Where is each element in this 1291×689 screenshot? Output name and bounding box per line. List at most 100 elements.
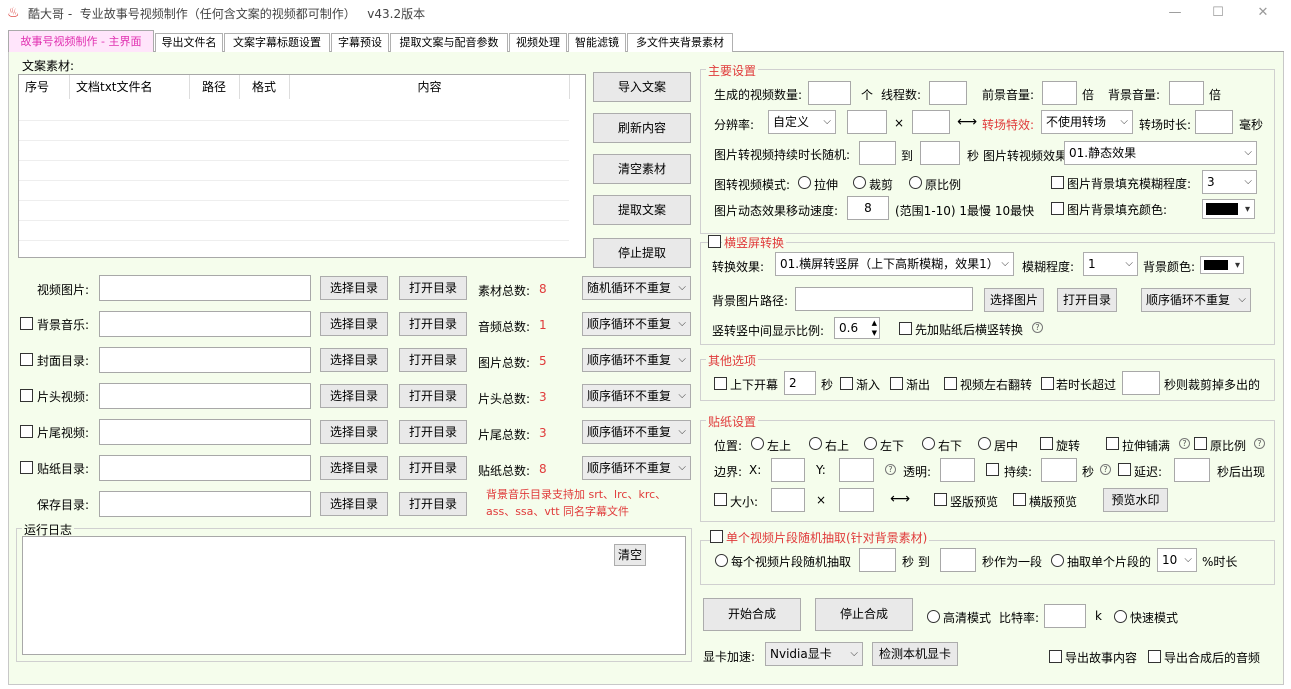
pos-bl-radio[interactable] — [864, 437, 877, 450]
over-duration-input[interactable] — [1122, 371, 1160, 395]
sticker-dir-checkbox[interactable] — [20, 461, 33, 474]
material-table[interactable] — [18, 74, 586, 258]
help-icon[interactable]: ? — [1179, 438, 1190, 449]
threads-input[interactable] — [929, 81, 967, 105]
segment-checkbox[interactable] — [710, 530, 723, 543]
hq-mode-radio[interactable] — [927, 610, 940, 623]
export-audio-checkbox[interactable] — [1148, 650, 1161, 663]
transition-duration-input[interactable] — [1195, 110, 1233, 134]
minimize-icon[interactable]: — — [1160, 3, 1190, 23]
cover-checkbox[interactable] — [20, 353, 33, 366]
import-text-button[interactable]: 导入文案 — [593, 72, 691, 102]
segment-percent-select[interactable]: 10 ⌵ — [1157, 548, 1197, 572]
log-textarea[interactable] — [22, 536, 686, 655]
cover-open-button[interactable]: 打开目录 — [399, 348, 467, 372]
bg-music-mode-select[interactable]: 顺序循环不重复 ⌵ — [582, 312, 691, 336]
pos-tr-radio[interactable] — [809, 437, 822, 450]
bitrate-input[interactable] — [1044, 604, 1086, 628]
segment-max-input[interactable] — [940, 548, 976, 572]
move-speed-input[interactable]: 8 — [847, 196, 889, 220]
bg-music-path-input[interactable] — [99, 311, 311, 337]
delay-checkbox[interactable] — [1118, 463, 1131, 476]
margin-y-input[interactable] — [839, 458, 874, 482]
hv-blur-select[interactable]: 1 ⌵ — [1083, 252, 1138, 276]
intro-select-button[interactable]: 选择目录 — [320, 384, 388, 408]
col-header-format[interactable]: 格式 — [240, 75, 290, 99]
img-effect-select[interactable]: 01.静态效果 ⌵ — [1064, 141, 1257, 165]
outro-path-input[interactable] — [99, 419, 311, 445]
start-compose-button[interactable]: 开始合成 — [703, 598, 801, 631]
tab-main[interactable]: 故事号视频制作 - 主界面 — [8, 30, 154, 53]
opacity-input[interactable] — [940, 458, 975, 482]
cover-select-button[interactable]: 选择目录 — [320, 348, 388, 372]
open-curtain-checkbox[interactable] — [714, 377, 727, 390]
stop-compose-button[interactable]: 停止合成 — [815, 598, 913, 631]
help-icon[interactable]: ? — [1032, 322, 1043, 333]
outro-checkbox[interactable] — [20, 425, 33, 438]
clear-material-button[interactable]: 清空素材 — [593, 154, 691, 184]
duration-checkbox[interactable] — [986, 463, 999, 476]
sticker-dir-open-button[interactable]: 打开目录 — [399, 456, 467, 480]
size-h-input[interactable] — [839, 488, 874, 512]
video-image-path-input[interactable] — [99, 275, 311, 301]
tab-video-process[interactable]: 视频处理 — [509, 33, 567, 52]
video-image-select-button[interactable]: 选择目录 — [320, 276, 388, 300]
single-segment-radio[interactable] — [1051, 554, 1064, 567]
stretch-fill-checkbox[interactable] — [1106, 437, 1119, 450]
clear-log-button[interactable]: 清空 — [614, 544, 646, 566]
gpu-select[interactable]: Nvidia显卡 ⌵ — [765, 642, 863, 666]
height-input[interactable] — [912, 110, 950, 134]
outro-open-button[interactable]: 打开目录 — [399, 420, 467, 444]
img-duration-min-input[interactable] — [859, 141, 896, 165]
resolution-select[interactable]: 自定义 ⌵ — [768, 110, 836, 134]
vertical-preview-checkbox[interactable] — [934, 493, 947, 506]
fg-volume-input[interactable] — [1042, 81, 1077, 105]
bg-music-select-button[interactable]: 选择目录 — [320, 312, 388, 336]
horizontal-preview-checkbox[interactable] — [1013, 493, 1026, 506]
detect-gpu-button[interactable]: 检测本机显卡 — [872, 642, 958, 666]
segment-min-input[interactable] — [859, 548, 896, 572]
keep-ratio-radio[interactable] — [909, 176, 922, 189]
col-header-path[interactable]: 路径 — [190, 75, 240, 99]
spinner-icon[interactable]: ▲ ▼ — [872, 318, 877, 338]
fadeout-checkbox[interactable] — [890, 377, 903, 390]
over-duration-checkbox[interactable] — [1041, 377, 1054, 390]
bg-music-checkbox[interactable] — [20, 317, 33, 330]
width-input[interactable] — [847, 110, 887, 134]
hv-open-dir-button[interactable]: 打开目录 — [1057, 288, 1117, 312]
transition-select[interactable]: 不使用转场 ⌵ — [1041, 110, 1133, 134]
hv-effect-select[interactable]: 01.横屏转竖屏（上下高斯模糊，效果1） ⌵ — [775, 252, 1014, 276]
col-header-content[interactable]: 内容 — [290, 75, 570, 99]
intro-path-input[interactable] — [99, 383, 311, 409]
crop-radio[interactable] — [853, 176, 866, 189]
preview-watermark-button[interactable]: 预览水印 — [1103, 488, 1168, 512]
intro-checkbox[interactable] — [20, 389, 33, 402]
tab-export-filename[interactable]: 导出文件名 — [155, 33, 223, 52]
stop-extract-button[interactable]: 停止提取 — [593, 238, 691, 268]
video-image-open-button[interactable]: 打开目录 — [399, 276, 467, 300]
bg-blur-select[interactable]: 3 ⌵ — [1202, 170, 1257, 194]
save-dir-open-button[interactable]: 打开目录 — [399, 492, 467, 516]
random-each-radio[interactable] — [715, 554, 728, 567]
size-w-input[interactable] — [771, 488, 805, 512]
sticker-dir-path-input[interactable] — [99, 455, 311, 481]
tab-smart-filter[interactable]: 智能滤镜 — [568, 33, 626, 52]
bg-music-open-button[interactable]: 打开目录 — [399, 312, 467, 336]
video-image-mode-select[interactable]: 随机循环不重复 ⌵ — [582, 276, 691, 300]
hv-checkbox[interactable] — [708, 235, 721, 248]
save-dir-path-input[interactable] — [99, 491, 311, 517]
tab-subtitle-preset[interactable]: 字幕预设 — [331, 33, 389, 52]
pos-center-radio[interactable] — [978, 437, 991, 450]
margin-x-input[interactable] — [771, 458, 805, 482]
open-curtain-input[interactable]: 2 — [784, 371, 816, 395]
flip-checkbox[interactable] — [944, 377, 957, 390]
col-header-filename[interactable]: 文档txt文件名 — [70, 75, 190, 99]
hv-bg-path-input[interactable] — [795, 287, 973, 311]
pos-tl-radio[interactable] — [751, 437, 764, 450]
fast-mode-radio[interactable] — [1114, 610, 1127, 623]
help-icon[interactable]: ? — [1254, 438, 1265, 449]
cover-mode-select[interactable]: 顺序循环不重复 ⌵ — [582, 348, 691, 372]
duration-input[interactable] — [1041, 458, 1077, 482]
sticker-dir-mode-select[interactable]: 顺序循环不重复 ⌵ — [582, 456, 691, 480]
outro-mode-select[interactable]: 顺序循环不重复 ⌵ — [582, 420, 691, 444]
